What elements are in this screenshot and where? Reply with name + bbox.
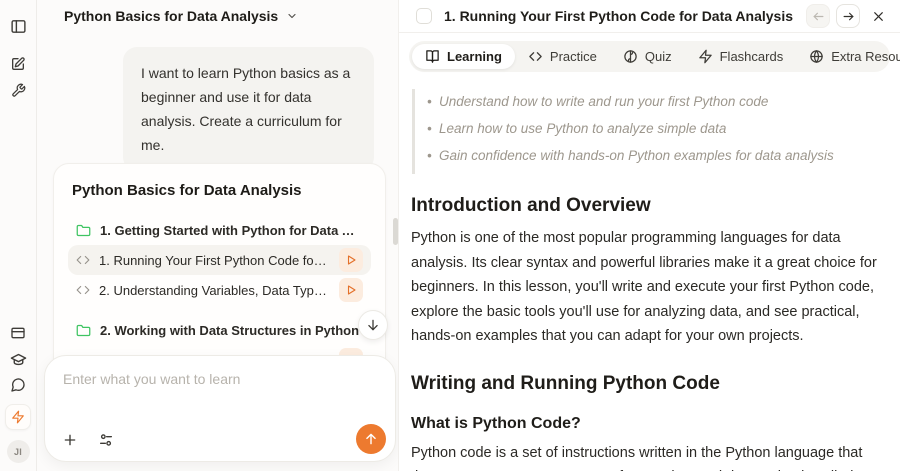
lesson-label: 1. Running Your First Python Code for Da…: [99, 253, 330, 268]
intro-heading: Introduction and Overview: [411, 195, 886, 217]
tab-label: Quiz: [645, 49, 672, 64]
tab-flashcards[interactable]: Flashcards: [685, 44, 797, 69]
curriculum-lesson-row[interactable]: 2. Understanding Variables, Data Types, …: [68, 275, 371, 305]
user-message-bubble: I want to learn Python basics as a begin…: [123, 47, 374, 171]
tools-icon[interactable]: [5, 77, 31, 103]
lesson-header: 1. Running Your First Python Code for Da…: [399, 0, 900, 33]
folder-icon: [76, 323, 91, 338]
close-button[interactable]: [866, 4, 890, 28]
zap-icon: [698, 49, 713, 64]
what-is-heading: What is Python Code?: [411, 415, 886, 433]
tab-label: Practice: [550, 49, 597, 64]
arrow-right-icon: [842, 10, 855, 23]
intro-paragraph: Python is one of the most popular progra…: [411, 226, 886, 349]
curriculum-module-row[interactable]: 1. Getting Started with Python for Data …: [68, 215, 371, 245]
curriculum-lesson-row-active[interactable]: 1. Running Your First Python Code for Da…: [68, 245, 371, 275]
lesson-panel: 1. Running Your First Python Code for Da…: [398, 0, 900, 471]
chat-header[interactable]: Python Basics for Data Analysis: [64, 8, 298, 24]
forward-button[interactable]: [836, 4, 860, 28]
tab-learning[interactable]: Learning: [412, 44, 515, 69]
code-icon: [528, 49, 543, 64]
chat-title: Python Basics for Data Analysis: [64, 8, 278, 24]
objective-item: Gain confidence with hands-on Python exa…: [425, 145, 886, 166]
chevron-down-icon: [286, 10, 298, 22]
writing-heading: Writing and Running Python Code: [411, 373, 886, 395]
curriculum-module-row[interactable]: 2. Working with Data Structures in Pytho…: [68, 315, 371, 345]
close-icon: [872, 10, 885, 23]
arrow-down-icon: [366, 318, 380, 332]
lesson-complete-checkbox[interactable]: [416, 8, 432, 24]
code-icon: [76, 283, 90, 297]
new-chat-icon[interactable]: [5, 51, 31, 77]
folder-icon: [76, 223, 91, 238]
tab-label: Extra Resources: [831, 49, 900, 64]
back-button[interactable]: [806, 4, 830, 28]
attach-plus-icon[interactable]: [61, 431, 79, 449]
courses-icon[interactable]: [5, 346, 31, 372]
boost-button[interactable]: [5, 404, 31, 430]
curriculum-title: Python Basics for Data Analysis: [72, 182, 367, 199]
tab-quiz[interactable]: Quiz: [610, 44, 685, 69]
tab-label: Flashcards: [720, 49, 784, 64]
chat-panel: Python Basics for Data Analysis I want t…: [37, 0, 398, 471]
play-lesson-button[interactable]: [339, 248, 363, 272]
brain-icon: [623, 49, 638, 64]
module-label: 2. Working with Data Structures in Pytho…: [100, 323, 363, 338]
code-icon: [76, 253, 90, 267]
tab-extra-resources[interactable]: Extra Resources: [796, 44, 900, 69]
arrow-up-icon: [364, 432, 378, 446]
objective-item: Learn how to use Python to analyze simpl…: [425, 118, 886, 139]
lesson-tabbar: Learning Practice Quiz Flashcards Extra …: [409, 41, 890, 72]
module-label: 1. Getting Started with Python for Data …: [100, 223, 363, 238]
tab-practice[interactable]: Practice: [515, 44, 610, 69]
cards-icon[interactable]: [5, 320, 31, 346]
settings-sliders-icon[interactable]: [97, 431, 115, 449]
user-message-text: I want to learn Python basics as a begin…: [141, 65, 350, 153]
arrow-left-icon: [812, 10, 825, 23]
learn-input[interactable]: [45, 356, 395, 420]
sidebar-toggle-icon[interactable]: [5, 13, 31, 39]
what-is-paragraph: Python code is a set of instructions wri…: [411, 441, 886, 471]
send-button[interactable]: [356, 424, 386, 454]
app-window: JI Python Basics for Data Analysis I wan…: [0, 0, 900, 471]
tab-label: Learning: [447, 49, 502, 64]
icon-rail: JI: [0, 0, 37, 471]
play-lesson-button[interactable]: [339, 278, 363, 302]
lesson-content: Understand how to write and run your fir…: [399, 72, 900, 471]
composer: [44, 355, 396, 462]
lesson-label: 2. Understanding Variables, Data Types, …: [99, 283, 330, 298]
globe-icon: [809, 49, 824, 64]
lesson-objectives-quote: Understand how to write and run your fir…: [412, 89, 886, 174]
objective-item: Understand how to write and run your fir…: [425, 91, 886, 112]
lesson-title: 1. Running Your First Python Code for Da…: [444, 8, 806, 24]
chat-icon[interactable]: [5, 372, 31, 398]
user-avatar[interactable]: JI: [7, 440, 30, 463]
book-icon: [425, 49, 440, 64]
scroll-down-button[interactable]: [358, 310, 388, 340]
